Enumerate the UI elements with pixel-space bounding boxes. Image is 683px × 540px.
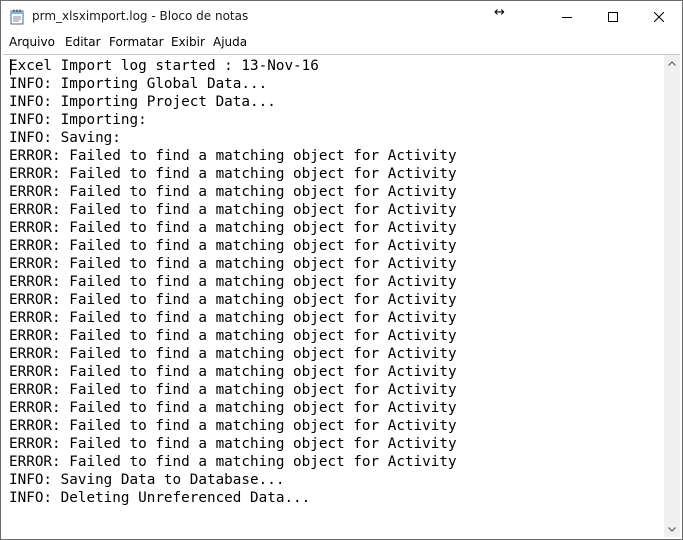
text-line: INFO: Importing: [9,112,147,128]
menu-bar: Arquivo Editar Formatar Exibir Ajuda [1,33,682,53]
text-line: ERROR: Failed to find a matching object … [9,238,457,254]
text-line: ERROR: Failed to find a matching object … [9,418,457,434]
text-caret [10,59,11,75]
text-line: ERROR: Failed to find a matching object … [9,400,457,416]
minimize-button[interactable] [544,1,590,33]
menu-formatar[interactable]: Formatar [109,35,164,49]
resize-cursor-icon: ↔ [494,5,505,20]
notepad-icon[interactable] [10,9,24,25]
chevron-up-icon [668,60,676,66]
window-title: prm_xlsximport.log - Bloco de notas [32,9,249,23]
text-line: ERROR: Failed to find a matching object … [9,346,457,362]
menu-exibir[interactable]: Exibir [171,35,205,49]
text-line: ERROR: Failed to find a matching object … [9,220,457,236]
text-line: ERROR: Failed to find a matching object … [9,436,457,452]
text-line: ERROR: Failed to find a matching object … [9,292,457,308]
chevron-down-icon [668,526,676,532]
text-line: ERROR: Failed to find a matching object … [9,382,457,398]
text-line: ERROR: Failed to find a matching object … [9,274,457,290]
text-line: ERROR: Failed to find a matching object … [9,328,457,344]
text-line: ERROR: Failed to find a matching object … [9,166,457,182]
close-button[interactable] [636,1,682,33]
text-line: ERROR: Failed to find a matching object … [9,310,457,326]
text-line: INFO: Importing Project Data... [9,94,276,110]
maximize-icon [608,12,618,22]
text-line: INFO: Deleting Unreferenced Data... [9,490,311,506]
menu-ajuda[interactable]: Ajuda [213,35,247,49]
text-line: ERROR: Failed to find a matching object … [9,184,457,200]
text-line: ERROR: Failed to find a matching object … [9,256,457,272]
text-line: ERROR: Failed to find a matching object … [9,202,457,218]
scroll-up-button[interactable] [664,55,680,71]
text-line: INFO: Importing Global Data... [9,76,268,92]
text-line: ERROR: Failed to find a matching object … [9,454,457,470]
text-line: INFO: Saving Data to Database... [9,472,285,488]
text-content[interactable]: Excel Import log started : 13-Nov-16 INFO… [9,57,661,535]
minimize-icon [562,17,572,18]
text-line: ERROR: Failed to find a matching object … [9,148,457,164]
text-line: Excel Import log started : 13-Nov-16 [9,58,319,74]
title-bar[interactable]: prm_xlsximport.log - Bloco de notas ↔ [1,1,682,33]
notepad-window: prm_xlsximport.log - Bloco de notas ↔ Ar… [0,0,683,540]
vertical-scrollbar[interactable] [664,55,680,537]
close-icon [654,12,664,22]
text-line: ERROR: Failed to find a matching object … [9,364,457,380]
maximize-button[interactable] [590,1,636,33]
text-line: INFO: Saving: [9,130,121,146]
scroll-down-button[interactable] [664,521,680,537]
text-editor[interactable]: Excel Import log started : 13-Nov-16 INFO… [3,54,680,538]
menu-arquivo[interactable]: Arquivo [9,35,55,49]
menu-editar[interactable]: Editar [65,35,101,49]
